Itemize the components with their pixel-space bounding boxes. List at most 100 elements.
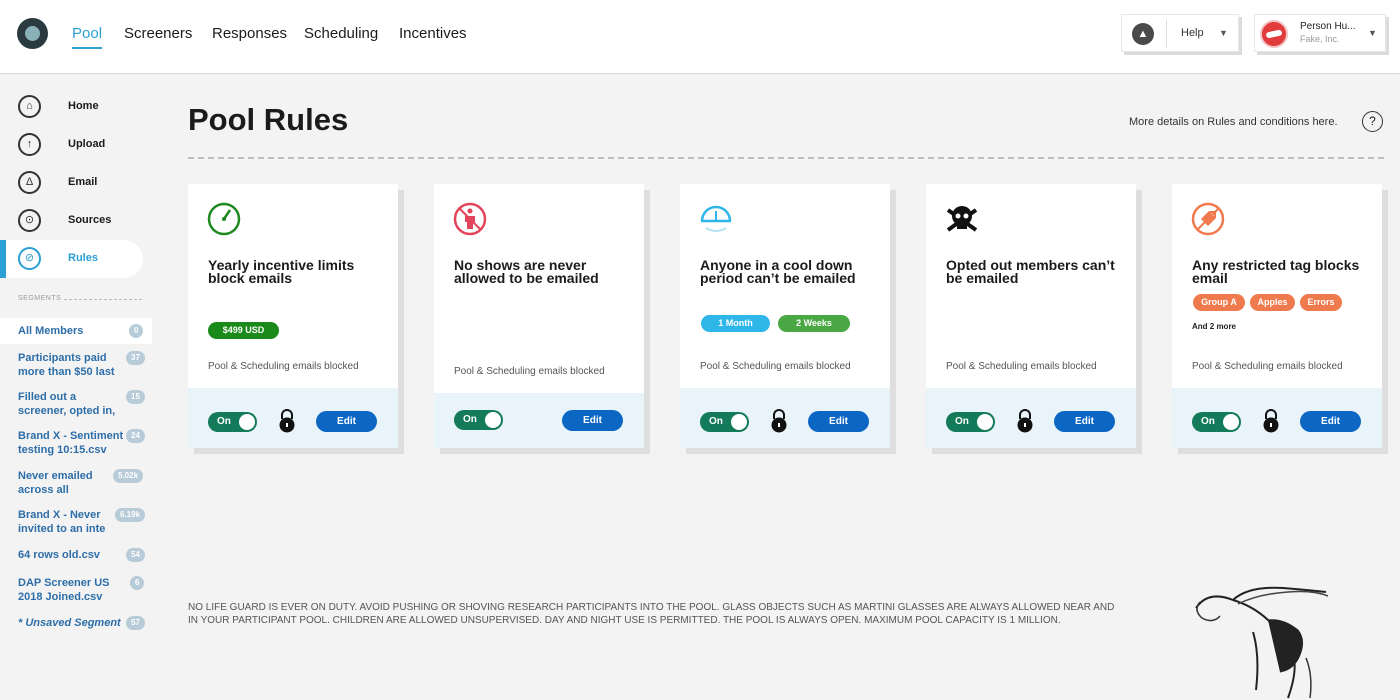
toggle-label: On — [217, 416, 231, 427]
rule-card-incentive-limit: Yearly incentive limits block emails $49… — [188, 184, 398, 448]
rule-status: Pool & Scheduling emails blocked — [946, 361, 1097, 372]
segments-heading: SEGMENTS — [18, 295, 62, 302]
segment-item[interactable]: Participants paid more than $50 last 37 — [0, 347, 152, 381]
segment-item[interactable]: * Unsaved Segment 57 — [0, 612, 152, 636]
segment-name: 64 rows old.csv — [18, 549, 100, 561]
avatar — [1260, 20, 1288, 48]
sidebar-item-label: Email — [68, 176, 98, 188]
rule-toggle[interactable]: On — [946, 412, 995, 432]
segment-item[interactable]: All Members 0 — [0, 318, 152, 344]
segment-item[interactable]: DAP Screener US 2018 Joined.csv 6 — [0, 572, 152, 606]
segment-count-badge: 57 — [126, 616, 145, 630]
rule-status: Pool & Scheduling emails blocked — [454, 366, 605, 377]
nav-tab-scheduling[interactable]: Scheduling — [304, 25, 378, 42]
incentive-limit-tag: $499 USD — [208, 322, 279, 339]
toggle-label: On — [1201, 416, 1215, 427]
user-organization: Fake, Inc. — [1300, 34, 1340, 44]
top-navigation-bar: Pool Screeners Responses Scheduling Ince… — [0, 0, 1400, 74]
toggle-label: On — [463, 414, 477, 425]
segment-count-badge: 6.19k — [115, 508, 146, 522]
lock-icon[interactable] — [1015, 409, 1035, 433]
toggle-knob — [731, 414, 747, 430]
skull-icon — [946, 206, 978, 232]
rule-status: Pool & Scheduling emails blocked — [208, 361, 359, 372]
rule-toggle[interactable]: On — [700, 412, 749, 432]
rule-title: Opted out members can’t be emailed — [946, 257, 1115, 286]
no-person-icon — [453, 202, 487, 236]
rule-card-footer: On Edit — [926, 388, 1136, 448]
rule-card-cool-down: Anyone in a cool down period can’t be em… — [680, 184, 890, 448]
sidebar-item-home[interactable]: ⌂ Home — [0, 88, 143, 126]
chevron-down-icon: ▼ — [1219, 28, 1228, 38]
user-name: Person Hu... — [1300, 21, 1356, 32]
segment-name: Brand X - Never invited to an inte — [18, 509, 106, 535]
segment-item[interactable]: Brand X - Never invited to an inte 6.19k — [0, 504, 152, 538]
restricted-tag: Errors — [1300, 294, 1342, 311]
segment-name: Brand X - Sentiment testing 10:15.csv — [18, 430, 124, 456]
rule-toggle[interactable]: On — [454, 410, 503, 430]
segment-count-badge: 54 — [126, 548, 145, 562]
sidebar-item-email[interactable]: Δ Email — [0, 164, 143, 202]
gauge-icon — [207, 202, 241, 236]
segment-count-badge: 0 — [129, 324, 144, 338]
megaphone-icon: ▲ — [1132, 23, 1154, 45]
sidebar-item-label: Upload — [68, 138, 106, 150]
sidebar-item-sources[interactable]: ⊙ Sources — [0, 202, 143, 240]
lock-icon[interactable] — [769, 409, 789, 433]
toggle-label: On — [955, 416, 969, 427]
sidebar: ⌂ Home ↑ Upload Δ Email ⊙ Sources ⊘ Rule… — [0, 75, 160, 700]
nav-tab-responses[interactable]: Responses — [212, 25, 287, 42]
edit-rule-button[interactable]: Edit — [316, 411, 377, 432]
lock-icon[interactable] — [277, 409, 297, 433]
sidebar-item-label: Rules — [68, 252, 98, 264]
nav-tab-incentives[interactable]: Incentives — [399, 25, 467, 42]
segment-count-badge: 15 — [126, 390, 145, 404]
rule-toggle[interactable]: On — [208, 412, 257, 432]
nav-tab-screeners[interactable]: Screeners — [124, 25, 192, 42]
rule-card-footer: On Edit — [434, 393, 644, 448]
rule-title: Any restricted tag blocks email — [1192, 257, 1360, 286]
help-question-icon[interactable]: ? — [1362, 111, 1383, 132]
sidebar-item-label: Home — [68, 100, 99, 112]
rule-toggle[interactable]: On — [1192, 412, 1241, 432]
rule-title: Anyone in a cool down period can’t be em… — [700, 257, 856, 286]
no-tag-icon — [1191, 202, 1225, 236]
segment-item[interactable]: Filled out a screener, opted in, but ne … — [0, 386, 152, 420]
toggle-knob — [239, 414, 255, 430]
edit-rule-button[interactable]: Edit — [562, 410, 623, 431]
sidebar-item-label: Sources — [68, 214, 112, 226]
segment-count-badge: 5.02k — [113, 469, 144, 483]
edit-rule-button[interactable]: Edit — [808, 411, 869, 432]
segment-item[interactable]: Brand X - Sentiment testing 10:15.csv 24 — [0, 425, 152, 459]
segment-item[interactable]: Never emailed across all sources 5.02k — [0, 465, 152, 499]
help-label: Help — [1181, 27, 1204, 39]
more-tags-count: And 2 more — [1192, 322, 1237, 331]
user-menu[interactable]: Person Hu... Fake, Inc. ▼ — [1254, 14, 1386, 52]
app-logo[interactable] — [17, 18, 48, 49]
sources-icon: ⊙ — [18, 209, 41, 232]
cool-down-tag: 2 Weeks — [778, 315, 850, 332]
rule-status: Pool & Scheduling emails blocked — [1192, 361, 1343, 372]
restricted-tag: Group A — [1193, 294, 1245, 311]
sidebar-item-upload[interactable]: ↑ Upload — [0, 126, 143, 164]
help-divider — [1166, 20, 1167, 48]
edit-rule-button[interactable]: Edit — [1054, 411, 1115, 432]
rule-title: No shows are never allowed to be emailed — [454, 257, 599, 286]
rules-details-link[interactable]: More details on Rules and conditions her… — [1129, 116, 1338, 128]
toggle-knob — [977, 414, 993, 430]
segment-name: DAP Screener US 2018 Joined.csv — [18, 577, 110, 603]
edit-rule-button[interactable]: Edit — [1300, 411, 1361, 432]
sunset-icon — [700, 205, 732, 232]
help-dropdown[interactable]: ▲ Help ▼ — [1121, 14, 1239, 52]
pool-disclaimer: NO LIFE GUARD IS EVER ON DUTY. AVOID PUS… — [188, 602, 1115, 626]
rule-title: Yearly incentive limits block emails — [208, 257, 355, 286]
segment-item[interactable]: 64 rows old.csv 54 — [0, 544, 152, 568]
rule-card-restricted-tag: Any restricted tag blocks email Group A … — [1172, 184, 1382, 448]
title-divider — [188, 157, 1384, 159]
nav-tab-pool[interactable]: Pool — [72, 25, 103, 49]
lock-icon[interactable] — [1261, 409, 1281, 433]
segment-count-badge: 6 — [130, 576, 145, 590]
sidebar-item-rules[interactable]: ⊘ Rules — [0, 240, 143, 278]
segment-count-badge: 37 — [126, 351, 145, 365]
rules-icon: ⊘ — [18, 247, 41, 270]
